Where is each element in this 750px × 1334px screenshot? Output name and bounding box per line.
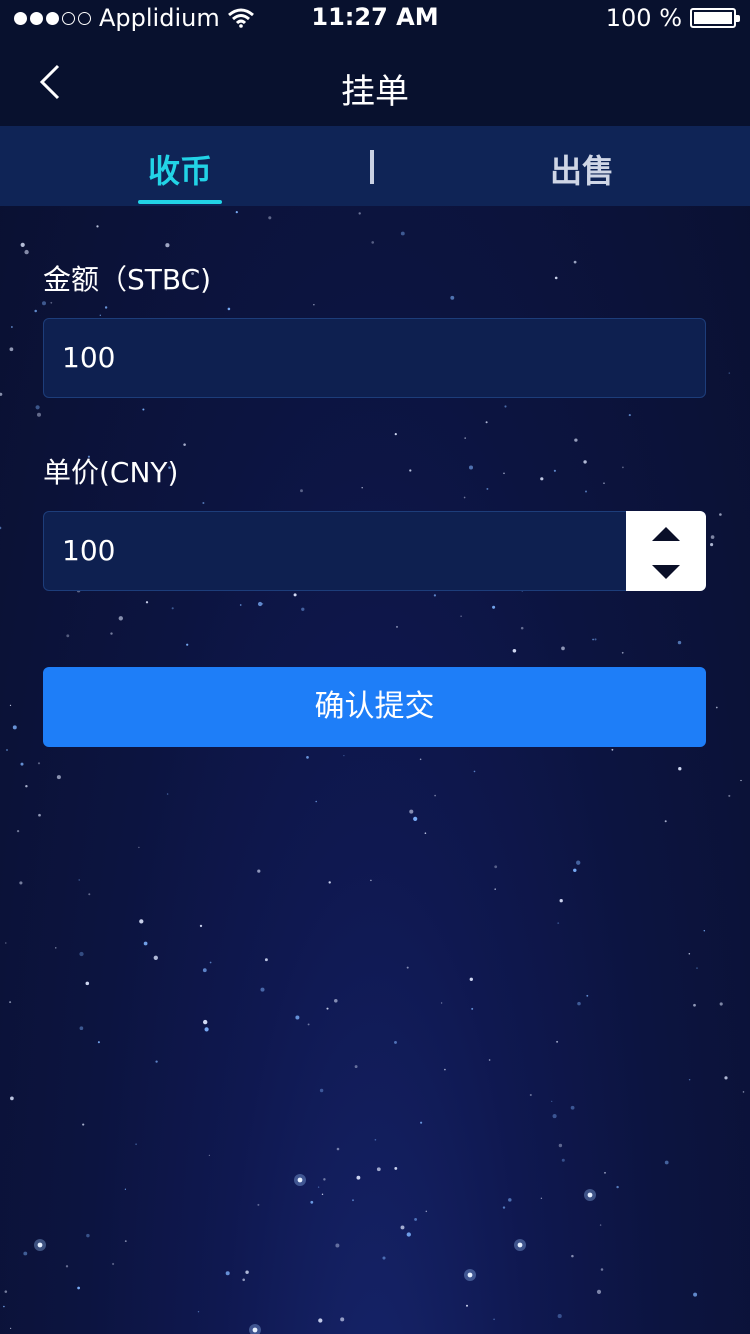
increment-arrow-icon[interactable]	[652, 527, 680, 541]
tab-sell[interactable]: 出售	[540, 146, 624, 192]
tab-sell-label: 出售	[549, 152, 614, 190]
tab-bar: 收币 出售	[0, 126, 750, 206]
price-label: 单价(CNY)	[43, 456, 179, 489]
navigation-bar: 挂单	[0, 36, 750, 126]
amount-label: 金额（STBC)	[43, 263, 212, 296]
page-title: 挂单	[341, 72, 409, 112]
price-value: 100	[62, 534, 116, 567]
price-stepper[interactable]	[626, 511, 706, 591]
price-input[interactable]: 100	[43, 511, 706, 591]
tab-receive-label: 收币	[147, 152, 212, 190]
amount-value: 100	[62, 341, 116, 374]
tab-receive[interactable]: 收币	[138, 146, 222, 204]
amount-input[interactable]: 100	[43, 318, 706, 398]
tab-divider	[370, 150, 374, 184]
submit-button[interactable]: 确认提交	[43, 667, 706, 747]
status-bar: Applidium 11:27 AM 100 %	[0, 0, 750, 36]
decrement-arrow-icon[interactable]	[652, 565, 680, 579]
active-tab-indicator	[138, 200, 222, 204]
battery-percent: 100 %	[605, 4, 682, 32]
battery-icon	[690, 8, 740, 28]
